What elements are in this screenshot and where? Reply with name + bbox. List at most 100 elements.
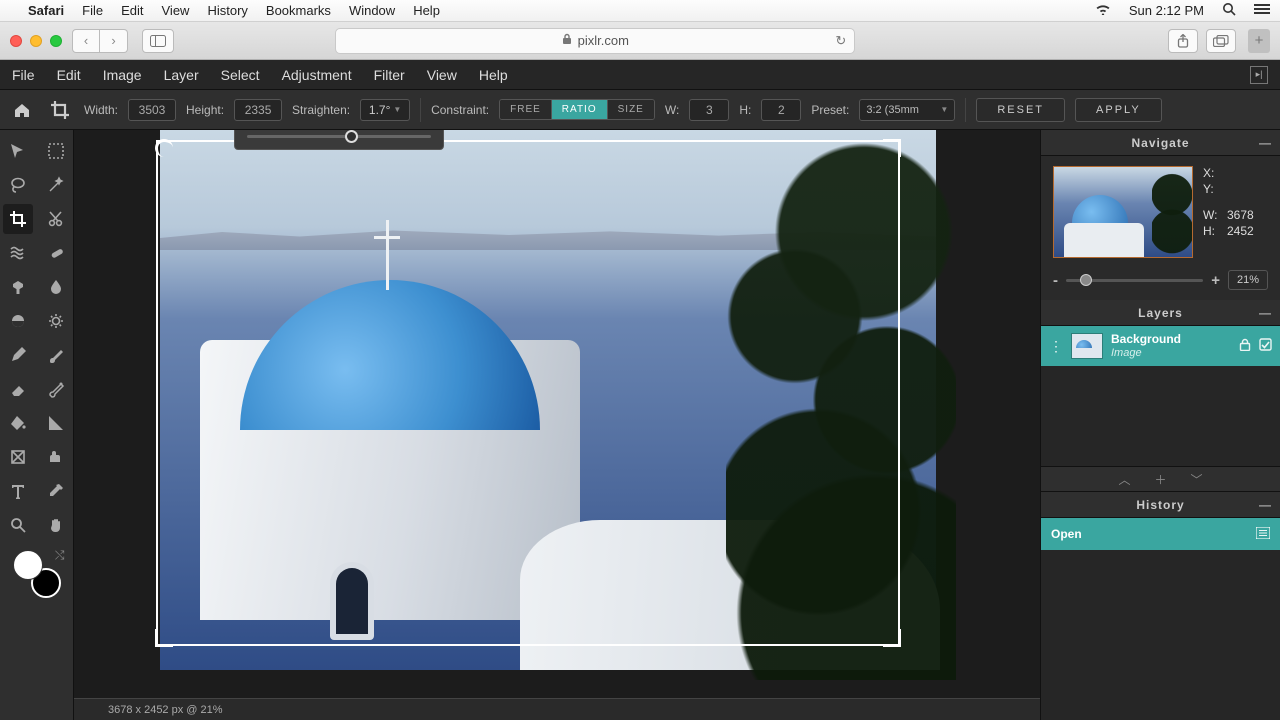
history-list-icon [1256,527,1270,542]
constraint-ratio[interactable]: RATIO [551,100,607,119]
navigate-panel-header[interactable]: Navigate— [1041,130,1280,156]
tool-shape[interactable] [3,442,33,472]
reset-button[interactable]: RESET [976,98,1065,122]
zoom-out-button[interactable]: - [1053,272,1058,289]
tool-crop[interactable] [3,204,33,234]
spotlight-icon[interactable] [1222,2,1236,19]
tool-eyedropper[interactable] [41,476,71,506]
canvas-area[interactable]: 3678 x 2452 px @ 21% [74,130,1040,720]
layer-name: Background [1111,333,1181,346]
slider-track[interactable] [247,135,431,138]
panel-toggle-icon[interactable]: ▸| [1250,66,1268,84]
height-input[interactable]: 2335 [234,99,282,121]
mac-menu-help[interactable]: Help [413,3,440,18]
pixlr-menu-view[interactable]: View [427,67,457,83]
new-tab-button[interactable]: + [1248,29,1270,53]
main-area: ⤭ 3678 x 2452 px @ 21% Nav [0,130,1280,720]
tool-clone[interactable] [3,272,33,302]
layer-up-icon[interactable]: ︿ [1118,471,1130,488]
pixlr-menu-layer[interactable]: Layer [164,67,199,83]
tool-fill[interactable] [3,408,33,438]
pixlr-menu-edit[interactable]: Edit [57,67,81,83]
history-item-open[interactable]: Open [1041,518,1280,550]
width-input[interactable]: 3503 [128,99,176,121]
pixlr-menu-help[interactable]: Help [479,67,508,83]
straighten-dropdown[interactable]: 1.7°▼ [360,99,410,121]
browser-back-button[interactable]: ‹ [72,29,100,53]
swap-colors-icon[interactable]: ⤭ [55,548,65,563]
tool-wand[interactable] [41,170,71,200]
zoom-value[interactable]: 21% [1228,270,1268,290]
minimize-icon[interactable]: — [1259,306,1272,320]
minimize-icon[interactable]: — [1259,136,1272,150]
zoom-slider-knob[interactable] [1080,274,1092,286]
tool-brush[interactable] [41,340,71,370]
tool-cutout[interactable] [41,204,71,234]
ratio-w-input[interactable]: 3 [689,99,729,121]
add-layer-button[interactable]: ＋ [1154,471,1166,488]
tool-blur[interactable] [41,272,71,302]
tool-frame[interactable] [41,442,71,472]
browser-forward-button[interactable]: › [100,29,128,53]
layer-down-icon[interactable]: ﹀ [1191,471,1203,488]
tool-dodge[interactable] [3,306,33,336]
app-menu-safari[interactable]: Safari [28,3,64,18]
layer-row-background[interactable]: ⋮ Background Image [1041,326,1280,366]
tool-replace-color[interactable] [41,374,71,404]
tabs-button[interactable] [1206,29,1236,53]
tool-heal[interactable] [41,238,71,268]
mac-menu-window[interactable]: Window [349,3,395,18]
layers-panel-header[interactable]: Layers— [1041,300,1280,326]
tool-sponge[interactable] [41,306,71,336]
history-panel-header[interactable]: History— [1041,492,1280,518]
home-button[interactable] [8,96,36,124]
tool-lasso[interactable] [3,170,33,200]
drag-handle-icon[interactable]: ⋮ [1049,338,1063,355]
mac-menu-edit[interactable]: Edit [121,3,143,18]
share-button[interactable] [1168,29,1198,53]
tool-gradient[interactable] [41,408,71,438]
pixlr-menu-image[interactable]: Image [103,67,142,83]
ratio-h-input[interactable]: 2 [761,99,801,121]
browser-sidebar-button[interactable] [142,29,174,53]
wifi-icon[interactable] [1095,3,1111,18]
window-close-button[interactable] [10,35,22,47]
mac-menu-view[interactable]: View [162,3,190,18]
tool-eraser[interactable] [3,374,33,404]
layer-thumbnail [1071,333,1103,359]
constraint-size[interactable]: SIZE [607,100,654,119]
straighten-slider-popover[interactable] [234,130,444,150]
apply-button[interactable]: APPLY [1075,98,1162,122]
navigator-thumbnail[interactable] [1053,166,1193,258]
straighten-label: Straighten: [292,103,350,117]
tool-marquee[interactable] [41,136,71,166]
minimize-icon[interactable]: — [1259,498,1272,512]
window-zoom-button[interactable] [50,35,62,47]
mac-menu-file[interactable]: File [82,3,103,18]
pixlr-menu-file[interactable]: File [12,67,35,83]
tool-liquify[interactable] [3,238,33,268]
lock-icon[interactable] [1239,338,1251,354]
browser-address-bar[interactable]: pixlr.com ↻ [335,28,855,54]
tool-move[interactable] [3,136,33,166]
mac-menu-history[interactable]: History [207,3,247,18]
zoom-in-button[interactable]: + [1211,272,1220,289]
reload-icon[interactable]: ↻ [835,33,846,49]
tool-zoom[interactable] [3,510,33,540]
foreground-color-swatch[interactable] [13,550,43,580]
control-center-icon[interactable] [1254,3,1270,18]
color-swatch[interactable]: ⤭ [13,550,61,598]
constraint-free[interactable]: FREE [500,100,551,119]
slider-knob[interactable] [345,130,358,143]
tool-hand[interactable] [41,510,71,540]
pixlr-menu-filter[interactable]: Filter [374,67,405,83]
zoom-slider[interactable] [1066,279,1203,282]
tool-pen[interactable] [3,340,33,370]
pixlr-menu-adjustment[interactable]: Adjustment [282,67,352,83]
mac-menu-bookmarks[interactable]: Bookmarks [266,3,331,18]
window-minimize-button[interactable] [30,35,42,47]
visibility-checkbox[interactable] [1259,338,1272,354]
preset-dropdown[interactable]: 3:2 (35mm▼ [859,99,955,121]
pixlr-menu-select[interactable]: Select [221,67,260,83]
tool-text[interactable] [3,476,33,506]
